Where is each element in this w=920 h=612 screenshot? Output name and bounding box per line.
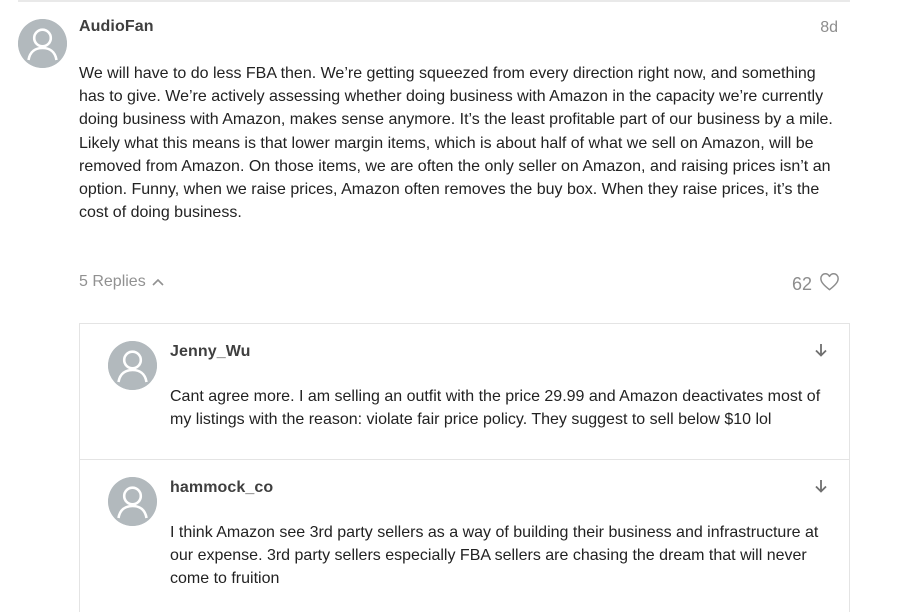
user-avatar-icon[interactable] [108, 341, 157, 390]
user-avatar-icon[interactable] [18, 19, 67, 68]
arrow-down-icon[interactable] [813, 342, 829, 358]
heart-outline-icon [819, 272, 840, 296]
likes-count: 62 [791, 273, 812, 294]
arrow-down-icon[interactable] [813, 478, 829, 494]
reply-body: I think Amazon see 3rd party sellers as … [170, 524, 819, 588]
replies-count-label: 5 Replies [79, 273, 146, 290]
chevron-up-icon [152, 273, 164, 291]
replies-toggle-button[interactable]: 5 Replies [79, 273, 164, 291]
reply-item: hammock_co I think Amazon see 3rd party … [80, 459, 849, 612]
reply-username[interactable]: hammock_co [170, 479, 273, 497]
post-body: We will have to do less FBA then. We’re … [79, 65, 833, 222]
reply-body: Cant agree more. I am selling an outfit … [170, 388, 821, 429]
reply-username[interactable]: Jenny_Wu [170, 343, 251, 361]
post-date: 8d [820, 19, 838, 36]
top-divider [18, 0, 850, 2]
like-button[interactable]: 62 [792, 272, 840, 296]
reply-item: Jenny_Wu Cant agree more. I am selling a… [80, 324, 849, 459]
post-username[interactable]: AudioFan [79, 18, 154, 36]
replies-container: Jenny_Wu Cant agree more. I am selling a… [79, 323, 850, 612]
user-avatar-icon[interactable] [108, 477, 157, 526]
